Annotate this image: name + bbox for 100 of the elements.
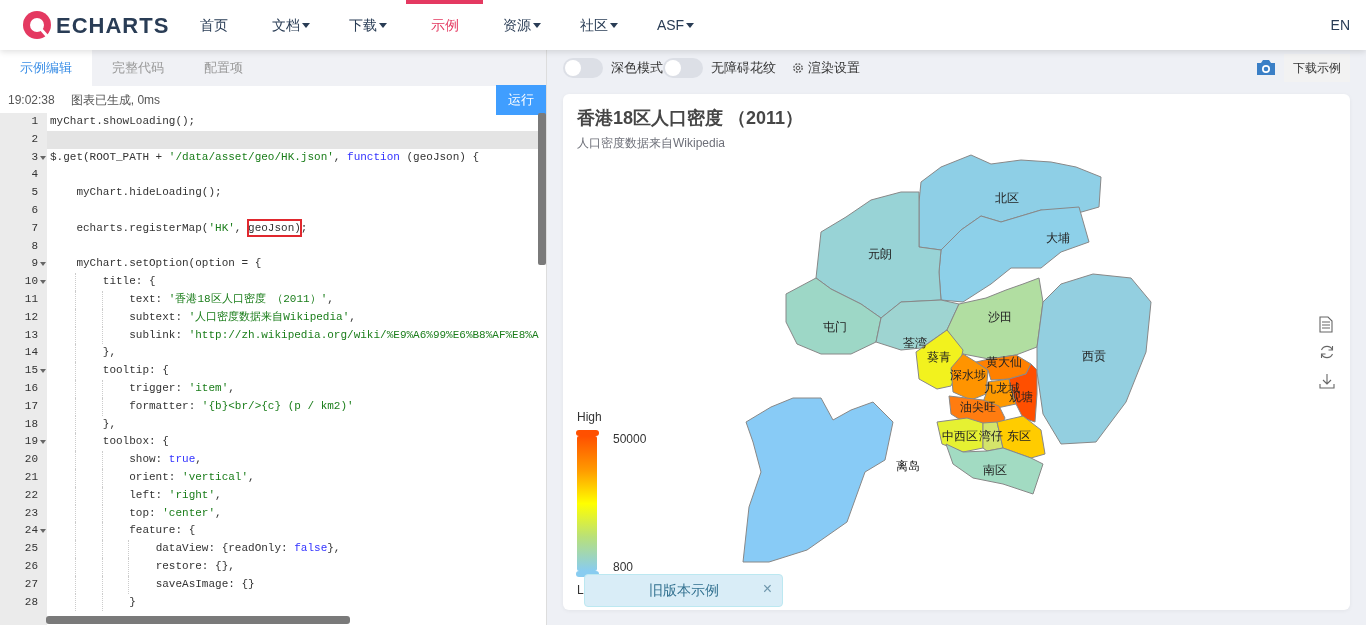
region-label: 中西区	[942, 428, 978, 443]
code-line: title: {	[50, 275, 156, 288]
code-line: myChart.setOption(option = {	[75, 257, 262, 270]
toggle-switch[interactable]	[563, 57, 603, 78]
line-number: 16	[24, 381, 38, 394]
line-number: 3	[31, 150, 38, 163]
legend-high-label: High	[577, 408, 603, 426]
code-line: tooltip: {	[50, 364, 169, 377]
legend-low-label: L	[577, 581, 585, 599]
code-line: myChart.hideLoading();	[75, 186, 222, 199]
line-number: 23	[24, 506, 38, 519]
line-number: 19	[24, 435, 38, 448]
region-label: 葵青	[927, 349, 951, 364]
code-line: dataView: {readOnly: false},	[50, 542, 341, 555]
line-number: 5	[31, 186, 38, 199]
line-number: 13	[24, 328, 38, 341]
region-label: 西贡	[1082, 348, 1106, 363]
chart-title: 香港18区人口密度 （2011）	[577, 106, 804, 130]
code-line: toolbox: {	[50, 435, 169, 448]
region-label: 油尖旺	[960, 399, 996, 414]
code-line: sublink: 'http://zh.wikipedia.org/wiki/%E9%A6%99%E6%B8%AF%E8%A	[50, 328, 539, 341]
line-number: 18	[24, 417, 38, 430]
legend-min-value: 800	[613, 558, 635, 576]
line-number: 11	[24, 292, 38, 305]
scrollbar-thumb[interactable]	[46, 616, 350, 624]
line-number: 2	[31, 132, 38, 145]
region-label: 大埔	[1046, 230, 1070, 245]
logo-icon	[22, 10, 52, 40]
code-line: feature: {	[50, 524, 196, 537]
region-label: 湾仔	[979, 428, 1003, 443]
status-message: 图表已生成, 0ms	[70, 91, 161, 109]
fold-caret-icon[interactable]	[40, 369, 46, 374]
fold-caret-icon[interactable]	[40, 262, 46, 267]
caret-icon[interactable]	[301, 22, 310, 28]
line-number: 9	[31, 257, 38, 270]
fold-caret-icon[interactable]	[40, 440, 46, 445]
line-number: 17	[24, 399, 38, 412]
download-button[interactable]: 下载示例	[1284, 53, 1350, 82]
logo-text[interactable]: ECHARTS	[56, 8, 170, 42]
render-settings-link[interactable]: 渲染设置	[808, 58, 860, 78]
caret-icon[interactable]	[609, 22, 618, 28]
region-label: 离岛	[896, 458, 920, 473]
caret-icon[interactable]	[532, 22, 541, 28]
line-number: 6	[31, 204, 38, 216]
region-label: 屯门	[823, 319, 847, 334]
region-label: 黄大仙	[986, 354, 1022, 369]
line-number: 26	[24, 559, 38, 572]
fold-caret-icon[interactable]	[40, 155, 46, 160]
legend-max-value: 50000	[613, 430, 647, 448]
line-number: 24	[24, 524, 38, 537]
line-number: 8	[31, 239, 38, 252]
fold-caret-icon[interactable]	[40, 280, 46, 285]
line-number: 4	[31, 168, 38, 181]
line-number: 25	[24, 542, 38, 555]
caret-icon[interactable]	[378, 22, 387, 28]
refresh-icon[interactable]	[1319, 343, 1335, 360]
document-icon[interactable]	[1319, 315, 1333, 333]
nav-link[interactable]: 文档	[252, 0, 329, 50]
line-number: 21	[24, 470, 38, 483]
line-number: 14	[24, 346, 38, 359]
settings-icon[interactable]	[792, 61, 804, 74]
code-line: $.get(ROOT_PATH + '/data/asset/geo/HK.json', function (geoJson) {	[50, 150, 480, 163]
code-line: },	[50, 346, 116, 359]
code-line: }	[50, 595, 136, 608]
nav-link[interactable]: 下载	[329, 0, 406, 50]
notice-text[interactable]: 旧版本示例	[648, 579, 719, 601]
line-number: 1	[31, 115, 38, 127]
region-label: 北区	[995, 190, 1019, 205]
code-line: show: true,	[50, 453, 202, 466]
code-line: },	[50, 417, 116, 430]
caret-icon[interactable]	[686, 22, 695, 28]
camera-icon[interactable]	[1256, 59, 1276, 77]
editor-tab[interactable]: 示例编辑	[0, 50, 92, 86]
line-number: 22	[24, 488, 38, 501]
nav-link[interactable]: 首页	[175, 0, 252, 50]
region-label: 元朗	[868, 246, 892, 261]
color-scale-bar[interactable]	[577, 429, 597, 577]
line-number: 12	[24, 310, 38, 323]
line-number: 28	[24, 595, 38, 608]
nav-link[interactable]: 资源	[483, 0, 560, 50]
language-link[interactable]: EN	[1330, 14, 1350, 36]
code-line: echarts.registerMap('HK', geoJson);	[50, 221, 308, 234]
region-label: 东区	[1007, 428, 1031, 443]
region-label: 深水埗	[950, 367, 986, 382]
region-label: 南区	[983, 462, 1007, 477]
code-line: myChart.showLoading();	[50, 115, 196, 127]
download-icon[interactable]	[1319, 372, 1335, 389]
chart-subtitle[interactable]: 人口密度数据来自Wikipedia	[577, 133, 726, 152]
scrollbar-thumb[interactable]	[538, 113, 546, 265]
code-line: top: 'center',	[50, 506, 222, 519]
toggle-switch[interactable]	[663, 57, 703, 78]
line-number: 27	[24, 577, 38, 590]
nav-link[interactable]: 社区	[560, 0, 637, 50]
toggle-label: 深色模式	[611, 59, 663, 78]
nav-link[interactable]: ASF	[637, 0, 714, 50]
nav-link[interactable]: 示例	[406, 0, 483, 50]
line-number: 7	[31, 221, 38, 234]
region-label: 荃湾	[903, 335, 927, 350]
region-label: 沙田	[988, 309, 1012, 324]
fold-caret-icon[interactable]	[40, 529, 46, 534]
